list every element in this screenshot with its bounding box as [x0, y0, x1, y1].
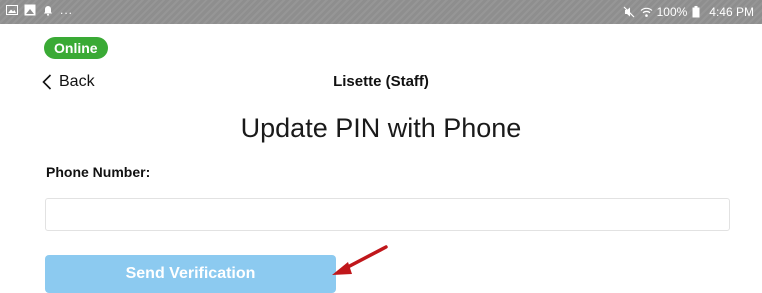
gallery-icon — [6, 4, 18, 16]
red-arrow-annotation — [332, 245, 388, 275]
staff-name-title: Lisette (Staff) — [333, 73, 429, 90]
status-bar-right: 100% 4:46 PM — [623, 5, 754, 19]
online-status-badge: Online — [44, 37, 108, 59]
status-bar-left: ... — [6, 4, 73, 16]
phone-number-input[interactable] — [45, 198, 730, 231]
phone-number-label: Phone Number: — [46, 164, 151, 180]
page-title: Update PIN with Phone — [240, 113, 522, 143]
status-bar: ... 100% 4:46 PM — [0, 0, 762, 24]
battery-percentage: 100% — [656, 5, 688, 19]
send-verification-button[interactable]: Send Verification — [45, 255, 336, 293]
mute-icon — [623, 6, 635, 18]
battery-icon — [692, 6, 704, 18]
status-overflow-dots: ... — [60, 3, 74, 17]
wifi-icon — [640, 6, 653, 18]
status-time: 4:46 PM — [709, 5, 754, 19]
notification-icon — [42, 4, 54, 16]
image-icon — [24, 4, 36, 16]
